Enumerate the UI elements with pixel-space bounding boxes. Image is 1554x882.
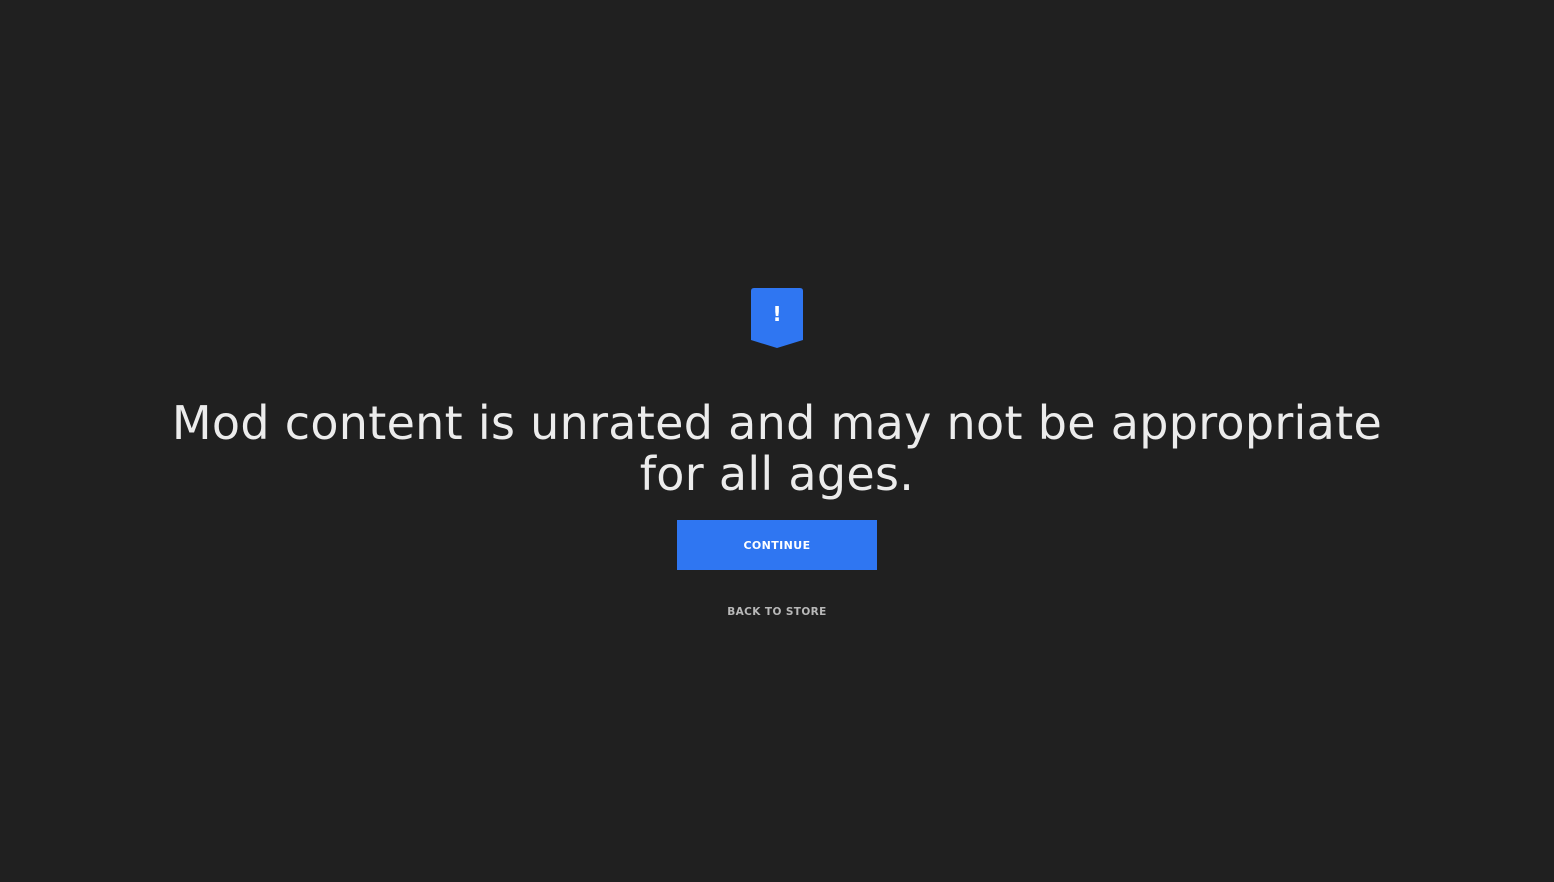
content-warning-page: ! Mod content is unrated and may not be … [0,0,1554,882]
continue-button[interactable]: CONTINUE [677,520,877,570]
exclamation-mark: ! [772,302,782,326]
warning-shield-icon: ! [751,288,803,348]
warning-message: Mod content is unrated and may not be ap… [171,396,1383,501]
back-to-store-link[interactable]: BACK TO STORE [677,603,877,621]
